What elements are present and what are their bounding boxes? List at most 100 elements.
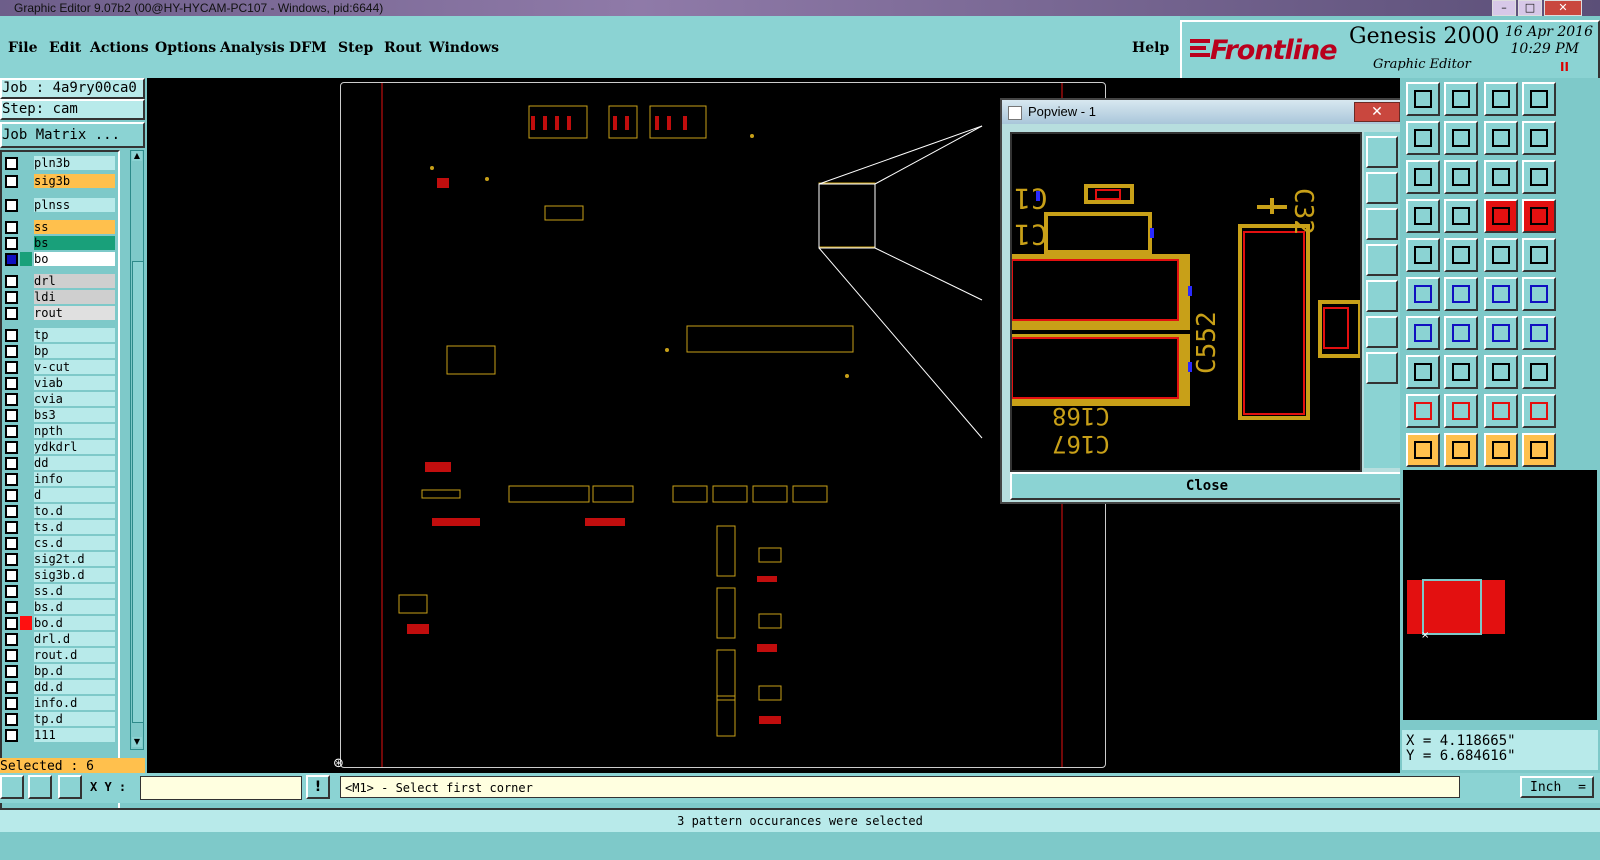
layer-checkbox[interactable] xyxy=(5,157,18,170)
home-icon[interactable] xyxy=(1484,82,1518,116)
layer-checkbox[interactable] xyxy=(5,253,18,266)
maximize-button[interactable]: □ xyxy=(1518,0,1542,16)
triangle-a-icon[interactable] xyxy=(1406,394,1440,428)
scale-icon[interactable] xyxy=(1484,160,1518,194)
measure-icon[interactable] xyxy=(1406,199,1440,233)
popview-pan-right-icon[interactable] xyxy=(1366,280,1398,312)
layer-row[interactable]: bp xyxy=(2,344,118,358)
scroll-up-arrow-icon[interactable]: ▲ xyxy=(132,151,142,161)
pointer-select-icon[interactable] xyxy=(1444,433,1478,467)
popview-center-icon[interactable] xyxy=(1366,352,1398,384)
layer-row[interactable]: ydkdrl xyxy=(2,440,118,454)
layer-checkbox[interactable] xyxy=(5,307,18,320)
layer-checkbox[interactable] xyxy=(5,291,18,304)
triangle-c-icon[interactable] xyxy=(1484,394,1518,428)
connection-icon[interactable] xyxy=(1522,433,1556,467)
menu-rout[interactable]: Rout xyxy=(384,40,422,56)
layer-row[interactable]: ss.d xyxy=(2,584,118,598)
layer-checkbox[interactable] xyxy=(5,489,18,502)
redo-icon[interactable] xyxy=(1522,121,1556,155)
layer-row[interactable]: v-cut xyxy=(2,360,118,374)
layer-checkbox[interactable] xyxy=(5,649,18,662)
popview-close-button[interactable]: Close xyxy=(1010,472,1404,500)
job-matrix-button[interactable]: Job Matrix ... xyxy=(0,122,145,148)
popview-pan-left-icon[interactable] xyxy=(1366,244,1398,276)
open-icon[interactable] xyxy=(1406,82,1440,116)
pan-icon[interactable] xyxy=(1444,160,1478,194)
menu-step[interactable]: Step xyxy=(338,40,373,56)
pointer-icon[interactable] xyxy=(1406,433,1440,467)
layer-row[interactable]: ts.d xyxy=(2,520,118,534)
popview-zoom-fit-icon[interactable] xyxy=(1366,136,1398,168)
layer-checkbox[interactable] xyxy=(5,505,18,518)
pad-icon[interactable] xyxy=(1522,316,1556,350)
line-edit-icon[interactable] xyxy=(1406,316,1440,350)
layer-row[interactable]: viab xyxy=(2,376,118,390)
close-window-button[interactable]: ✕ xyxy=(1544,0,1582,16)
layer-checkbox[interactable] xyxy=(5,441,18,454)
layer-row[interactable]: 111 xyxy=(2,728,118,742)
menu-options[interactable]: Options xyxy=(155,40,216,56)
layer-row[interactable]: sig3b xyxy=(2,174,118,188)
layer-checkbox[interactable] xyxy=(5,425,18,438)
layer-row[interactable]: drl.d xyxy=(2,632,118,646)
layer-row[interactable]: tp.d xyxy=(2,712,118,726)
layer-row[interactable]: sig2t.d xyxy=(2,552,118,566)
layer-checkbox[interactable] xyxy=(5,585,18,598)
undo-icon[interactable] xyxy=(1484,121,1518,155)
layer-row[interactable]: d xyxy=(2,488,118,502)
menu-actions[interactable]: Actions xyxy=(90,40,149,56)
import-icon[interactable] xyxy=(1406,121,1440,155)
arc-icon[interactable] xyxy=(1484,316,1518,350)
layer-checkbox[interactable] xyxy=(5,569,18,582)
layer-row[interactable]: info xyxy=(2,472,118,486)
menu-dfm[interactable]: DFM xyxy=(289,40,327,56)
move-icon[interactable] xyxy=(1406,355,1440,389)
pause-indicator[interactable]: II xyxy=(1560,60,1569,74)
layer-row[interactable]: to.d xyxy=(2,504,118,518)
layer-checkbox[interactable] xyxy=(5,393,18,406)
layer-row[interactable]: bs.d xyxy=(2,600,118,614)
select-net-icon[interactable] xyxy=(1406,277,1440,311)
layer-checkbox[interactable] xyxy=(5,199,18,212)
layer-row[interactable]: cs.d xyxy=(2,536,118,550)
line-trim-icon[interactable] xyxy=(1444,316,1478,350)
measure-mode-icon[interactable] xyxy=(28,775,52,799)
layer-checkbox[interactable] xyxy=(5,521,18,534)
layer-checkbox[interactable] xyxy=(5,457,18,470)
popview-fit-all-icon[interactable] xyxy=(1366,316,1398,348)
menu-windows[interactable]: Windows xyxy=(429,40,499,56)
units-select[interactable]: Inch = xyxy=(1520,776,1594,798)
layer-checkbox[interactable] xyxy=(5,329,18,342)
layer-row[interactable]: bo.d xyxy=(2,616,118,630)
layer-checkbox[interactable] xyxy=(5,275,18,288)
popview-zoom-in-icon[interactable] xyxy=(1366,172,1398,204)
layer-row[interactable]: bo xyxy=(2,252,118,266)
layer-row[interactable]: cvia xyxy=(2,392,118,406)
layer-checkbox[interactable] xyxy=(5,409,18,422)
popview-canvas[interactable]: C1 C1 C32 C552 C168 C167 xyxy=(1010,132,1362,472)
layer-row[interactable]: ldi xyxy=(2,290,118,304)
layer-checkbox[interactable] xyxy=(5,681,18,694)
layer-checkbox[interactable] xyxy=(5,537,18,550)
snap-mode-icon[interactable] xyxy=(0,775,24,799)
layer-row[interactable]: tp xyxy=(2,328,118,342)
save-icon[interactable] xyxy=(1444,82,1478,116)
layer-checkbox[interactable] xyxy=(5,729,18,742)
triangle-b-icon[interactable] xyxy=(1444,394,1478,428)
layer-row[interactable]: rout xyxy=(2,306,118,320)
menu-help[interactable]: Help xyxy=(1132,40,1169,56)
layer-checkbox[interactable] xyxy=(5,221,18,234)
shape-icon[interactable] xyxy=(1444,238,1478,272)
layer-row[interactable]: info.d xyxy=(2,696,118,710)
menu-file[interactable]: File xyxy=(8,40,37,56)
layer-checkbox[interactable] xyxy=(5,345,18,358)
line-add-icon[interactable] xyxy=(1522,277,1556,311)
ruler-icon[interactable] xyxy=(1484,238,1518,272)
prompt-button[interactable]: ! xyxy=(306,775,330,799)
layer-row[interactable]: npth xyxy=(2,424,118,438)
layer-checkbox[interactable] xyxy=(5,601,18,614)
layer-checkbox[interactable] xyxy=(5,665,18,678)
grid-mode-icon[interactable] xyxy=(58,775,82,799)
layer-checkbox[interactable] xyxy=(5,697,18,710)
